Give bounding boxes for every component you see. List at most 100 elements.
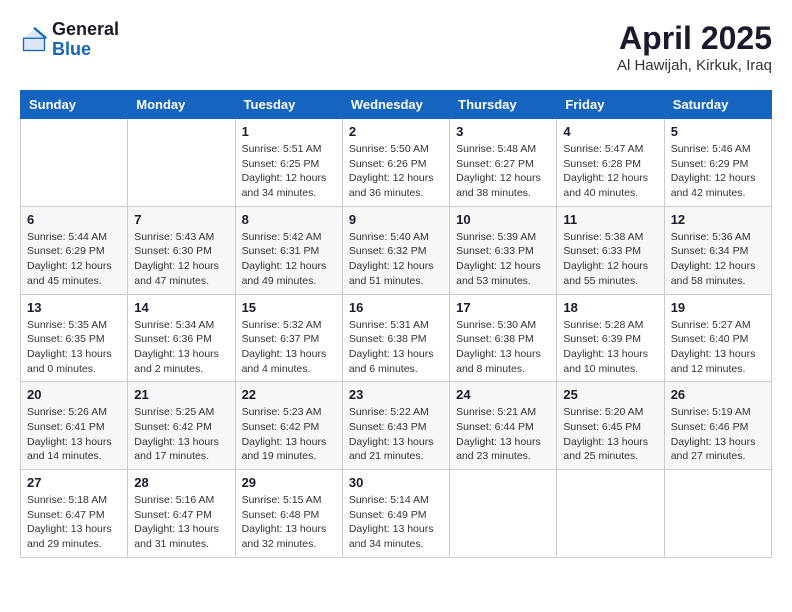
- location: Al Hawijah, Kirkuk, Iraq: [617, 57, 772, 74]
- calendar-cell: [128, 119, 235, 207]
- calendar-cell: 28 Sunrise: 5:16 AMSunset: 6:47 PMDayligh…: [128, 470, 235, 558]
- calendar-cell: 15Sunrise: 5:32 AMSunset: 6:37 PMDayligh…: [235, 294, 342, 382]
- calendar-week-row: 27 Sunrise: 5:18 AMSunset: 6:47 PMDayligh…: [21, 470, 772, 558]
- day-info: Sunrise: 5:15 AMSunset: 6:48 PMDaylight:…: [242, 493, 336, 552]
- day-number: 13: [27, 300, 121, 315]
- calendar-cell: 5Sunrise: 5:46 AMSunset: 6:29 PMDaylight…: [664, 119, 771, 207]
- calendar-cell: 22 Sunrise: 5:23 AMSunset: 6:42 PMDayligh…: [235, 382, 342, 470]
- day-info: Sunrise: 5:27 AMSunset: 6:40 PMDaylight:…: [671, 318, 765, 377]
- calendar-cell: 23 Sunrise: 5:22 AMSunset: 6:43 PMDayligh…: [342, 382, 449, 470]
- weekday-header: Friday: [557, 91, 664, 119]
- day-info: Sunrise: 5:25 AMSunset: 6:42 PMDaylight:…: [134, 405, 228, 464]
- calendar-week-row: 1 Sunrise: 5:51 AMSunset: 6:25 PMDaylight…: [21, 119, 772, 207]
- day-number: 11: [563, 212, 657, 227]
- logo-icon: [20, 26, 48, 54]
- calendar-cell: [450, 470, 557, 558]
- weekday-header-row: SundayMondayTuesdayWednesdayThursdayFrid…: [21, 91, 772, 119]
- weekday-header: Wednesday: [342, 91, 449, 119]
- day-number: 2: [349, 124, 443, 139]
- calendar-cell: 10 Sunrise: 5:39 AMSunset: 6:33 PMDayligh…: [450, 206, 557, 294]
- day-number: 4: [563, 124, 657, 139]
- day-number: 14: [134, 300, 228, 315]
- day-info: Sunrise: 5:46 AMSunset: 6:29 PMDaylight:…: [671, 142, 765, 201]
- day-info: Sunrise: 5:38 AMSunset: 6:33 PMDaylight:…: [563, 230, 657, 289]
- day-info: Sunrise: 5:21 AMSunset: 6:44 PMDaylight:…: [456, 405, 550, 464]
- calendar-cell: 20 Sunrise: 5:26 AMSunset: 6:41 PMDayligh…: [21, 382, 128, 470]
- day-number: 24: [456, 387, 550, 402]
- title-block: April 2025 Al Hawijah, Kirkuk, Iraq: [617, 20, 772, 74]
- calendar-cell: 18Sunrise: 5:28 AMSunset: 6:39 PMDayligh…: [557, 294, 664, 382]
- day-info: Sunrise: 5:39 AMSunset: 6:33 PMDaylight:…: [456, 230, 550, 289]
- calendar-table: SundayMondayTuesdayWednesdayThursdayFrid…: [20, 90, 772, 558]
- day-number: 25: [563, 387, 657, 402]
- page-header: General Blue April 2025 Al Hawijah, Kirk…: [20, 20, 772, 74]
- day-number: 23: [349, 387, 443, 402]
- day-number: 27: [27, 475, 121, 490]
- day-number: 6: [27, 212, 121, 227]
- day-info: Sunrise: 5:26 AMSunset: 6:41 PMDaylight:…: [27, 405, 121, 464]
- day-info: Sunrise: 5:51 AMSunset: 6:25 PMDaylight:…: [242, 142, 336, 201]
- day-info: Sunrise: 5:47 AMSunset: 6:28 PMDaylight:…: [563, 142, 657, 201]
- month-year: April 2025: [617, 20, 772, 57]
- day-info: Sunrise: 5:32 AMSunset: 6:37 PMDaylight:…: [242, 318, 336, 377]
- day-number: 29: [242, 475, 336, 490]
- calendar-cell: 25 Sunrise: 5:20 AMSunset: 6:45 PMDayligh…: [557, 382, 664, 470]
- day-number: 18: [563, 300, 657, 315]
- calendar-cell: 29 Sunrise: 5:15 AMSunset: 6:48 PMDayligh…: [235, 470, 342, 558]
- day-info: Sunrise: 5:35 AMSunset: 6:35 PMDaylight:…: [27, 318, 121, 377]
- day-info: Sunrise: 5:18 AMSunset: 6:47 PMDaylight:…: [27, 493, 121, 552]
- day-number: 7: [134, 212, 228, 227]
- day-info: Sunrise: 5:16 AMSunset: 6:47 PMDaylight:…: [134, 493, 228, 552]
- day-info: Sunrise: 5:22 AMSunset: 6:43 PMDaylight:…: [349, 405, 443, 464]
- day-number: 17: [456, 300, 550, 315]
- day-info: Sunrise: 5:48 AMSunset: 6:27 PMDaylight:…: [456, 142, 550, 201]
- calendar-cell: 2 Sunrise: 5:50 AMSunset: 6:26 PMDaylight…: [342, 119, 449, 207]
- calendar-cell: 11 Sunrise: 5:38 AMSunset: 6:33 PMDayligh…: [557, 206, 664, 294]
- calendar-cell: 26 Sunrise: 5:19 AMSunset: 6:46 PMDayligh…: [664, 382, 771, 470]
- day-info: Sunrise: 5:19 AMSunset: 6:46 PMDaylight:…: [671, 405, 765, 464]
- weekday-header: Thursday: [450, 91, 557, 119]
- calendar-cell: 17 Sunrise: 5:30 AMSunset: 6:38 PMDayligh…: [450, 294, 557, 382]
- day-info: Sunrise: 5:42 AMSunset: 6:31 PMDaylight:…: [242, 230, 336, 289]
- day-number: 21: [134, 387, 228, 402]
- calendar-week-row: 6 Sunrise: 5:44 AMSunset: 6:29 PMDaylight…: [21, 206, 772, 294]
- day-info: Sunrise: 5:34 AMSunset: 6:36 PMDaylight:…: [134, 318, 228, 377]
- day-info: Sunrise: 5:30 AMSunset: 6:38 PMDaylight:…: [456, 318, 550, 377]
- calendar-week-row: 13 Sunrise: 5:35 AMSunset: 6:35 PMDayligh…: [21, 294, 772, 382]
- day-number: 10: [456, 212, 550, 227]
- calendar-cell: [557, 470, 664, 558]
- day-number: 12: [671, 212, 765, 227]
- day-info: Sunrise: 5:14 AMSunset: 6:49 PMDaylight:…: [349, 493, 443, 552]
- day-info: Sunrise: 5:23 AMSunset: 6:42 PMDaylight:…: [242, 405, 336, 464]
- day-number: 20: [27, 387, 121, 402]
- day-info: Sunrise: 5:31 AMSunset: 6:38 PMDaylight:…: [349, 318, 443, 377]
- logo: General Blue: [20, 20, 119, 60]
- day-number: 16: [349, 300, 443, 315]
- day-info: Sunrise: 5:43 AMSunset: 6:30 PMDaylight:…: [134, 230, 228, 289]
- calendar-cell: 30 Sunrise: 5:14 AMSunset: 6:49 PMDayligh…: [342, 470, 449, 558]
- calendar-cell: 13 Sunrise: 5:35 AMSunset: 6:35 PMDayligh…: [21, 294, 128, 382]
- day-info: Sunrise: 5:50 AMSunset: 6:26 PMDaylight:…: [349, 142, 443, 201]
- logo-general: General: [52, 20, 119, 40]
- day-info: Sunrise: 5:40 AMSunset: 6:32 PMDaylight:…: [349, 230, 443, 289]
- calendar-cell: 6 Sunrise: 5:44 AMSunset: 6:29 PMDaylight…: [21, 206, 128, 294]
- calendar-cell: 16 Sunrise: 5:31 AMSunset: 6:38 PMDayligh…: [342, 294, 449, 382]
- day-number: 30: [349, 475, 443, 490]
- weekday-header: Monday: [128, 91, 235, 119]
- day-number: 9: [349, 212, 443, 227]
- day-number: 22: [242, 387, 336, 402]
- calendar-cell: 14 Sunrise: 5:34 AMSunset: 6:36 PMDayligh…: [128, 294, 235, 382]
- calendar-cell: 9 Sunrise: 5:40 AMSunset: 6:32 PMDaylight…: [342, 206, 449, 294]
- day-number: 28: [134, 475, 228, 490]
- day-info: Sunrise: 5:20 AMSunset: 6:45 PMDaylight:…: [563, 405, 657, 464]
- weekday-header: Saturday: [664, 91, 771, 119]
- day-info: Sunrise: 5:44 AMSunset: 6:29 PMDaylight:…: [27, 230, 121, 289]
- calendar-week-row: 20 Sunrise: 5:26 AMSunset: 6:41 PMDayligh…: [21, 382, 772, 470]
- day-number: 1: [242, 124, 336, 139]
- day-number: 26: [671, 387, 765, 402]
- calendar-cell: 8Sunrise: 5:42 AMSunset: 6:31 PMDaylight…: [235, 206, 342, 294]
- calendar-cell: 12Sunrise: 5:36 AMSunset: 6:34 PMDayligh…: [664, 206, 771, 294]
- logo-text: General Blue: [52, 20, 119, 60]
- calendar-cell: 27 Sunrise: 5:18 AMSunset: 6:47 PMDayligh…: [21, 470, 128, 558]
- calendar-cell: 19Sunrise: 5:27 AMSunset: 6:40 PMDayligh…: [664, 294, 771, 382]
